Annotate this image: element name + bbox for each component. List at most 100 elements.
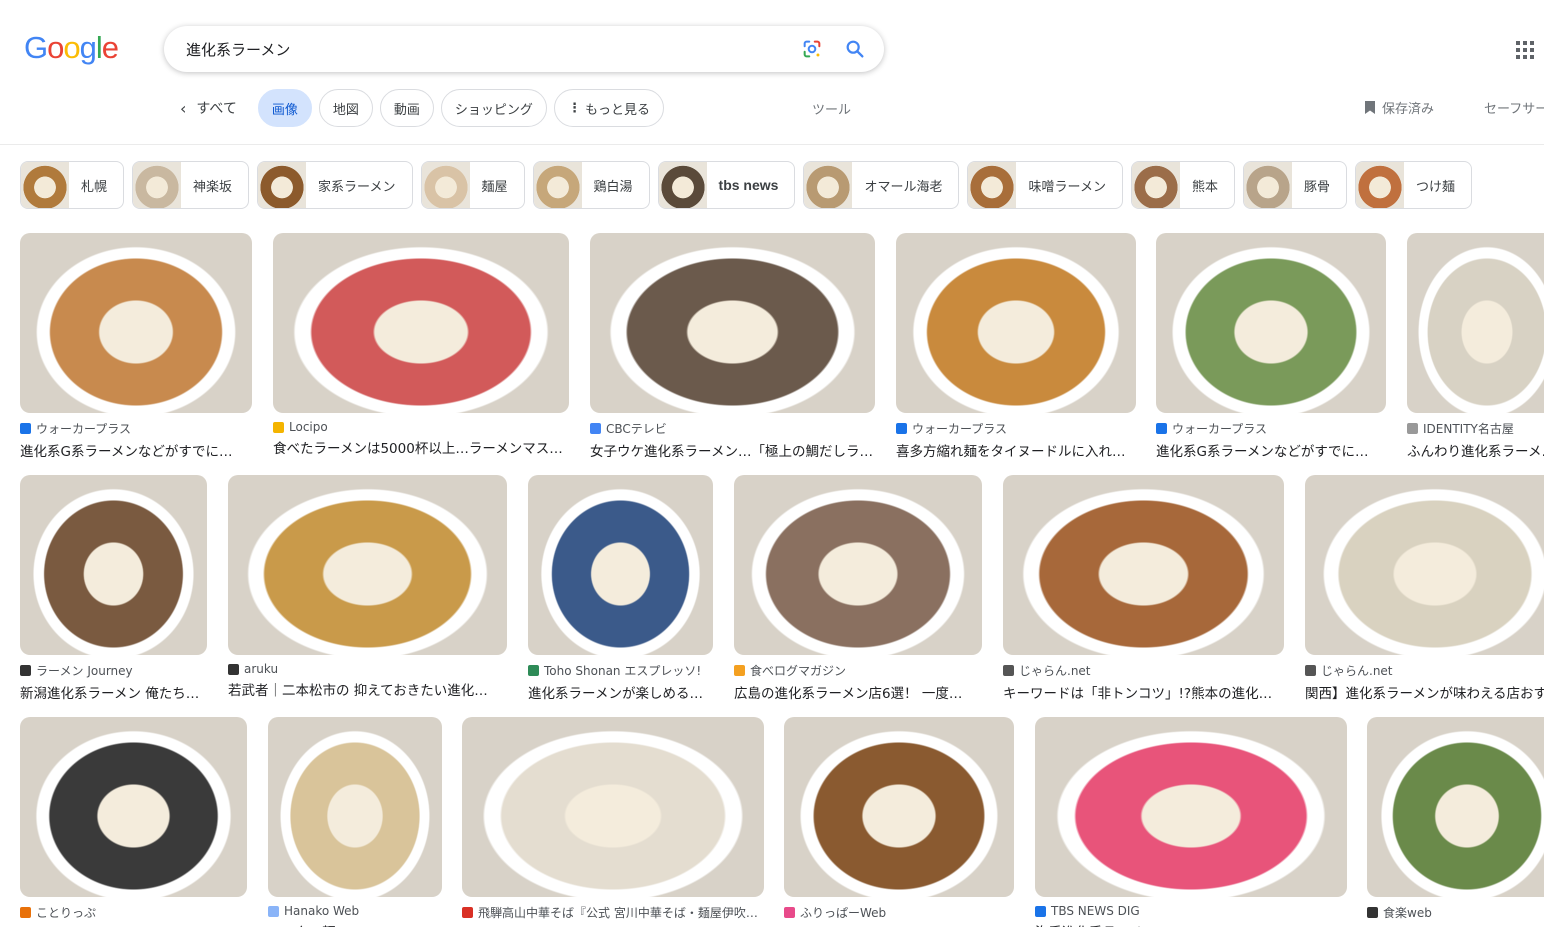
result-title[interactable]: 進化系G系ラーメンなどがすでに…	[1156, 440, 1386, 460]
result-source[interactable]: ウォーカープラス	[1156, 420, 1386, 437]
chip-thumbnail	[21, 162, 69, 208]
search-icon[interactable]	[844, 38, 866, 60]
related-search-chip[interactable]: 麺屋	[420, 161, 525, 209]
image-result[interactable]: Toho Shonan エスプレッソ! 進化系ラーメンが楽しめる…	[528, 475, 713, 702]
result-source[interactable]: ことりっぷ	[20, 904, 247, 921]
related-search-chip[interactable]: つけ麺	[1354, 161, 1472, 209]
result-thumbnail[interactable]	[20, 233, 252, 413]
result-source[interactable]: Hanako Web	[268, 904, 442, 918]
tools-button[interactable]: ツール	[812, 99, 851, 118]
result-source[interactable]: ウォーカープラス	[20, 420, 252, 437]
image-result[interactable]: ウォーカープラス 進化系G系ラーメンなどがすでに…	[1156, 233, 1386, 460]
result-source[interactable]: aruku	[228, 662, 507, 676]
result-thumbnail[interactable]	[896, 233, 1136, 413]
search-box[interactable]	[164, 26, 884, 72]
result-source[interactable]: IDENTITY名古屋	[1407, 420, 1544, 437]
result-title[interactable]: 広島の進化系ラーメン店6選！ 一度…	[734, 682, 982, 702]
image-result[interactable]: IDENTITY名古屋ふんわり進化系ラーメンスープ…	[1407, 233, 1544, 460]
google-logo[interactable]: Google	[24, 30, 119, 66]
chip-label: 味噌ラーメン	[1028, 179, 1106, 195]
result-thumbnail[interactable]	[784, 717, 1014, 897]
result-thumbnail[interactable]	[1003, 475, 1284, 655]
result-title[interactable]: ふんわり進化系ラーメンスープ…	[1407, 440, 1544, 460]
site-favicon-icon	[784, 907, 795, 918]
image-result[interactable]: 飛騨高山中華そば『公式 宮川中華そば・麺屋伊吹…飛騨高山…	[462, 717, 764, 927]
result-source[interactable]: 食楽web	[1367, 904, 1544, 921]
result-thumbnail[interactable]	[268, 717, 442, 897]
result-thumbnail[interactable]	[1407, 233, 1544, 413]
related-search-chip[interactable]: 鶏白湯	[532, 161, 650, 209]
tab-shopping[interactable]: ショッピング	[440, 89, 547, 127]
image-result[interactable]: じゃらん.net 関西】進化系ラーメンが味わえる店おす…	[1305, 475, 1544, 702]
tab-all-back[interactable]: ‹ すべて	[176, 89, 251, 127]
related-search-chip[interactable]: 熊本	[1130, 161, 1235, 209]
result-title[interactable]: 関西】進化系ラーメンが味わえる店おす…	[1305, 682, 1544, 702]
result-source[interactable]: じゃらん.net	[1003, 662, 1284, 679]
result-source[interactable]: 食べログマガジン	[734, 662, 982, 679]
result-title[interactable]: 新潟進化系ラーメン 俺たち…	[20, 682, 207, 702]
chip-label: 鶏白湯	[593, 179, 633, 195]
result-title[interactable]: キーワードは「非トンコツ」!?熊本の進化系…	[1003, 682, 1284, 702]
related-search-chip[interactable]: tbs news	[657, 161, 796, 209]
result-title[interactable]: ワンタン麺…	[268, 921, 442, 927]
result-source[interactable]: じゃらん.net	[1305, 662, 1544, 679]
result-thumbnail[interactable]	[228, 475, 507, 655]
apps-grid-icon[interactable]	[1516, 41, 1534, 59]
tab-maps[interactable]: 地図	[318, 89, 373, 127]
result-thumbnail[interactable]	[20, 717, 247, 897]
image-result[interactable]: aruku 若武者｜二本松市の 抑えておきたい進化…	[228, 475, 507, 699]
result-source[interactable]: TBS NEWS DIG	[1035, 904, 1347, 918]
saved-button[interactable]: 保存済み	[1364, 98, 1434, 117]
related-search-chip[interactable]: 神楽坂	[132, 161, 250, 209]
result-title[interactable]: 進化系ラーメンが楽しめる…	[528, 682, 713, 702]
related-search-chip[interactable]: 味噌ラーメン	[967, 161, 1123, 209]
image-result[interactable]: ことりっぷ新潟進化系ラーメン…	[20, 717, 247, 927]
result-title[interactable]: 進化系G系ラーメンなどがすでに…	[20, 440, 252, 460]
search-input[interactable]	[186, 37, 746, 61]
result-thumbnail[interactable]	[273, 233, 569, 413]
result-title[interactable]: 喜多方縮れ麺をタイヌードルに入れ…	[896, 440, 1136, 460]
tab-images[interactable]: 画像	[257, 89, 312, 127]
result-source[interactable]: ふりっぱーWeb	[784, 904, 1014, 921]
image-result[interactable]: 食楽web進化系…	[1367, 717, 1544, 927]
result-thumbnail[interactable]	[462, 717, 764, 897]
result-source[interactable]: 飛騨高山中華そば『公式 宮川中華そば・麺屋伊吹…	[462, 904, 764, 921]
image-result[interactable]: CBCテレビ 女子ウケ進化系ラーメン…「極上の鯛だしラ…	[590, 233, 875, 460]
chip-thumbnail	[804, 162, 853, 208]
safesearch-button[interactable]: セーフサーチ	[1484, 98, 1544, 117]
image-result[interactable]: ふりっぱーWeb新潟進化系…	[784, 717, 1014, 927]
tab-videos[interactable]: 動画	[379, 89, 434, 127]
result-thumbnail[interactable]	[20, 475, 207, 655]
result-source[interactable]: Locipo	[273, 420, 569, 434]
related-search-chip[interactable]: 豚骨	[1242, 161, 1347, 209]
result-title[interactable]: 女子ウケ進化系ラーメン…「極上の鯛だしラ…	[590, 440, 875, 460]
image-result[interactable]: Locipo 食べたラーメンは5000杯以上…ラーメンマス…	[273, 233, 569, 457]
related-search-chip[interactable]: 家系ラーメン	[257, 161, 413, 209]
result-thumbnail[interactable]	[1156, 233, 1386, 413]
result-thumbnail[interactable]	[1305, 475, 1544, 655]
result-thumbnail[interactable]	[1035, 717, 1347, 897]
result-title[interactable]: 食べたラーメンは5000杯以上…ラーメンマス…	[273, 437, 569, 457]
google-lens-icon[interactable]	[801, 38, 823, 60]
site-favicon-icon	[20, 907, 31, 918]
image-result[interactable]: ウォーカープラス 進化系G系ラーメンなどがすでに…	[20, 233, 252, 460]
image-result[interactable]: ウォーカープラス 喜多方縮れ麺をタイヌードルに入れ…	[896, 233, 1136, 460]
result-thumbnail[interactable]	[734, 475, 982, 655]
image-result[interactable]: じゃらん.net キーワードは「非トンコツ」!?熊本の進化系…	[1003, 475, 1284, 702]
result-title[interactable]: 泡系進化系ラーメン…	[1035, 921, 1347, 927]
result-thumbnail[interactable]	[590, 233, 875, 413]
image-result[interactable]: TBS NEWS DIG 泡系進化系ラーメン…	[1035, 717, 1347, 927]
image-result[interactable]: ラーメン Journey 新潟進化系ラーメン 俺たち…	[20, 475, 207, 702]
result-source[interactable]: ウォーカープラス	[896, 420, 1136, 437]
related-search-chip[interactable]: オマール海老	[803, 161, 960, 209]
related-search-chip[interactable]: 札幌	[20, 161, 125, 209]
result-source[interactable]: CBCテレビ	[590, 420, 875, 437]
result-source[interactable]: ラーメン Journey	[20, 662, 207, 679]
result-title[interactable]: 若武者｜二本松市の 抑えておきたい進化…	[228, 679, 507, 699]
result-source[interactable]: Toho Shonan エスプレッソ!	[528, 662, 713, 679]
tab-more[interactable]: ⋮ もっと見る	[553, 89, 664, 127]
result-thumbnail[interactable]	[528, 475, 713, 655]
result-thumbnail[interactable]	[1367, 717, 1544, 897]
image-result[interactable]: 食べログマガジン 広島の進化系ラーメン店6選！ 一度…	[734, 475, 982, 702]
image-result[interactable]: Hanako Web ワンタン麺…	[268, 717, 442, 927]
